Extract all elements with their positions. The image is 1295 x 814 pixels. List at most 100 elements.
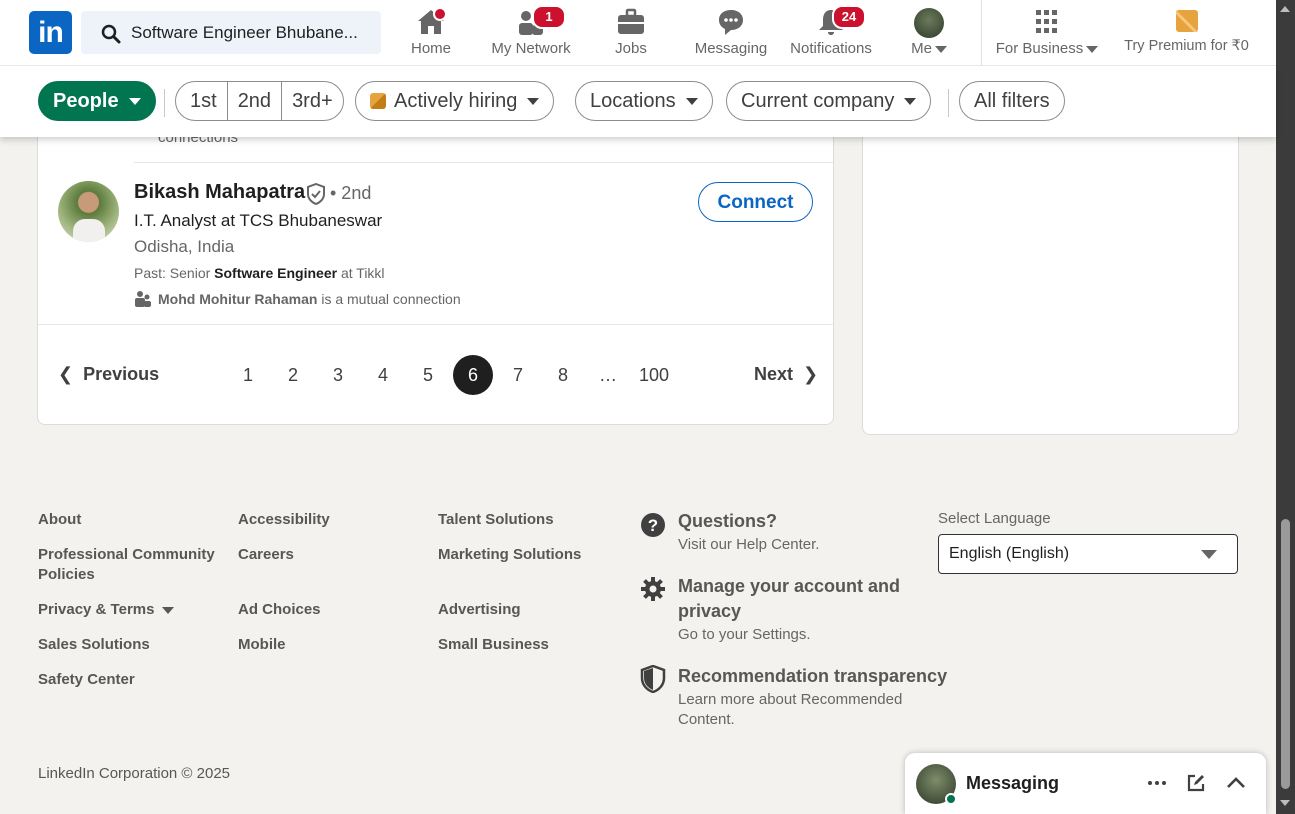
me-avatar xyxy=(914,8,944,38)
page-ellipsis: … xyxy=(599,365,617,385)
scrollbar-thumb[interactable] xyxy=(1281,519,1290,789)
footer-link-accessibility[interactable]: Accessibility xyxy=(238,510,330,530)
filter-divider xyxy=(164,89,165,117)
page-scrollbar[interactable] xyxy=(1276,0,1295,814)
nav-jobs[interactable]: Jobs xyxy=(606,0,656,66)
nav-me[interactable]: Me xyxy=(904,0,954,66)
profile-avatar[interactable] xyxy=(58,181,119,242)
nav-divider xyxy=(981,0,982,66)
page-button[interactable]: 100 xyxy=(633,355,675,395)
profile-headline: I.T. Analyst at TCS Bhubaneswar xyxy=(134,211,383,230)
nav-my-network[interactable]: 1 My Network xyxy=(488,0,574,66)
footer-link-about[interactable]: About xyxy=(38,510,81,530)
profile-past-role: Past: Senior Software Engineer at Tikkl xyxy=(134,265,385,281)
nav-messaging[interactable]: Messaging xyxy=(694,0,768,66)
nav-for-business[interactable]: For Business xyxy=(994,0,1100,66)
nav-jobs-label: Jobs xyxy=(615,40,647,57)
compose-icon[interactable] xyxy=(1186,773,1206,793)
verified-shield-icon xyxy=(307,183,325,205)
connection-degree-group: 1st 2nd 3rd+ xyxy=(175,81,344,121)
search-filter-bar: People 1st 2nd 3rd+ Actively hiring Loca… xyxy=(0,66,1276,137)
actively-hiring-filter[interactable]: Actively hiring xyxy=(355,81,555,121)
degree-1st-button[interactable]: 1st xyxy=(176,82,227,120)
chevron-down-icon xyxy=(1086,45,1099,53)
next-page-button[interactable]: Next ❯ xyxy=(754,364,818,385)
people-filter-button[interactable]: People xyxy=(38,81,156,121)
nav-home[interactable]: Home xyxy=(403,0,459,66)
footer-link-community-policies[interactable]: Professional Community Policies xyxy=(38,545,218,585)
footer-link-advertising[interactable]: Advertising xyxy=(438,600,521,620)
footer-link-talent-solutions[interactable]: Talent Solutions xyxy=(438,510,554,530)
chevron-down-icon xyxy=(685,98,698,106)
scroll-down-arrow[interactable] xyxy=(1280,800,1290,806)
nav-for-business-label: For Business xyxy=(994,40,1100,57)
result-divider xyxy=(38,324,833,325)
page-button[interactable]: 2 xyxy=(273,355,313,395)
previous-page-button[interactable]: ❮ Previous xyxy=(58,364,159,385)
page-button[interactable]: 5 xyxy=(408,355,448,395)
global-nav: in Home 1 My Network Jobs Messaging 24 N… xyxy=(0,0,1276,66)
scroll-up-arrow[interactable] xyxy=(1280,6,1290,12)
all-filters-button[interactable]: All filters xyxy=(959,81,1065,121)
filter-divider xyxy=(948,89,949,117)
chevron-down-icon xyxy=(934,45,947,53)
footer-link-small-business[interactable]: Small Business xyxy=(438,635,549,655)
page-button[interactable]: 8 xyxy=(543,355,583,395)
connection-degree: • 2nd xyxy=(330,183,372,203)
footer-link-ad-choices[interactable]: Ad Choices xyxy=(238,600,321,620)
page-button[interactable]: 3 xyxy=(318,355,358,395)
chevron-down-icon xyxy=(904,98,917,106)
footer-link-sales-solutions[interactable]: Sales Solutions xyxy=(38,635,150,655)
question-icon: ? xyxy=(641,513,665,537)
page-button[interactable]: 4 xyxy=(363,355,403,395)
current-page-button[interactable]: 6 xyxy=(453,355,493,395)
footer-link-mobile[interactable]: Mobile xyxy=(238,635,286,655)
help-manage-account-sub[interactable]: Go to your Settings. xyxy=(678,625,811,645)
language-select[interactable]: English (English) xyxy=(938,534,1238,574)
connect-button[interactable]: Connect xyxy=(698,182,813,222)
people-icon xyxy=(135,291,151,307)
help-manage-account-title[interactable]: Manage your account and privacy xyxy=(678,574,908,624)
locations-filter[interactable]: Locations xyxy=(575,81,713,121)
nav-try-premium-label: Try Premium for ₹0 xyxy=(1124,38,1249,54)
footer-link-privacy-terms[interactable]: Privacy & Terms xyxy=(38,600,175,620)
page-button[interactable]: 1 xyxy=(228,355,268,395)
search-icon xyxy=(101,24,121,44)
footer-link-marketing-solutions[interactable]: Marketing Solutions xyxy=(438,545,581,565)
degree-3rd-button[interactable]: 3rd+ xyxy=(281,82,343,120)
linkedin-logo[interactable]: in xyxy=(29,11,72,54)
search-box[interactable] xyxy=(81,11,381,54)
help-recommendation-title[interactable]: Recommendation transparency xyxy=(678,664,947,689)
profile-location: Odisha, India xyxy=(134,237,235,256)
language-label: Select Language xyxy=(938,510,1051,527)
mutual-connection[interactable]: Mohd Mohitur Rahaman is a mutual connect… xyxy=(134,290,461,308)
chevron-down-icon xyxy=(162,606,175,614)
nav-try-premium[interactable]: Try Premium for ₹0 xyxy=(1119,0,1254,66)
page-button[interactable]: 7 xyxy=(498,355,538,395)
search-input[interactable] xyxy=(131,11,371,54)
help-recommendation-sub[interactable]: Learn more about Recommended Content. xyxy=(678,690,918,730)
online-status-dot xyxy=(945,793,957,805)
help-questions-sub[interactable]: Visit our Help Center. xyxy=(678,535,819,555)
chevron-up-icon[interactable] xyxy=(1225,773,1247,793)
nav-my-network-label: My Network xyxy=(491,40,571,57)
chevron-down-icon xyxy=(128,98,141,106)
help-questions-title[interactable]: Questions? xyxy=(678,509,777,534)
messaging-title[interactable]: Messaging xyxy=(966,773,1059,794)
degree-2nd-button[interactable]: 2nd xyxy=(226,82,281,120)
network-badge: 1 xyxy=(532,5,566,29)
chevron-down-icon xyxy=(1201,550,1217,559)
chevron-down-icon xyxy=(527,98,540,106)
premium-icon xyxy=(1175,10,1198,32)
profile-name-link[interactable]: Bikash Mahapatra xyxy=(134,181,305,204)
footer-link-safety-center[interactable]: Safety Center xyxy=(38,670,135,690)
more-options-icon[interactable] xyxy=(1147,773,1167,793)
nav-notifications[interactable]: 24 Notifications xyxy=(788,0,874,66)
copyright: LinkedIn Corporation © 2025 xyxy=(38,765,231,782)
footer-link-careers[interactable]: Careers xyxy=(238,545,294,565)
notifications-badge: 24 xyxy=(832,5,866,29)
nav-home-label: Home xyxy=(410,40,451,57)
messaging-dock[interactable]: Messaging xyxy=(905,753,1266,814)
chevron-right-icon: ❯ xyxy=(803,364,819,384)
current-company-filter[interactable]: Current company xyxy=(726,81,932,121)
